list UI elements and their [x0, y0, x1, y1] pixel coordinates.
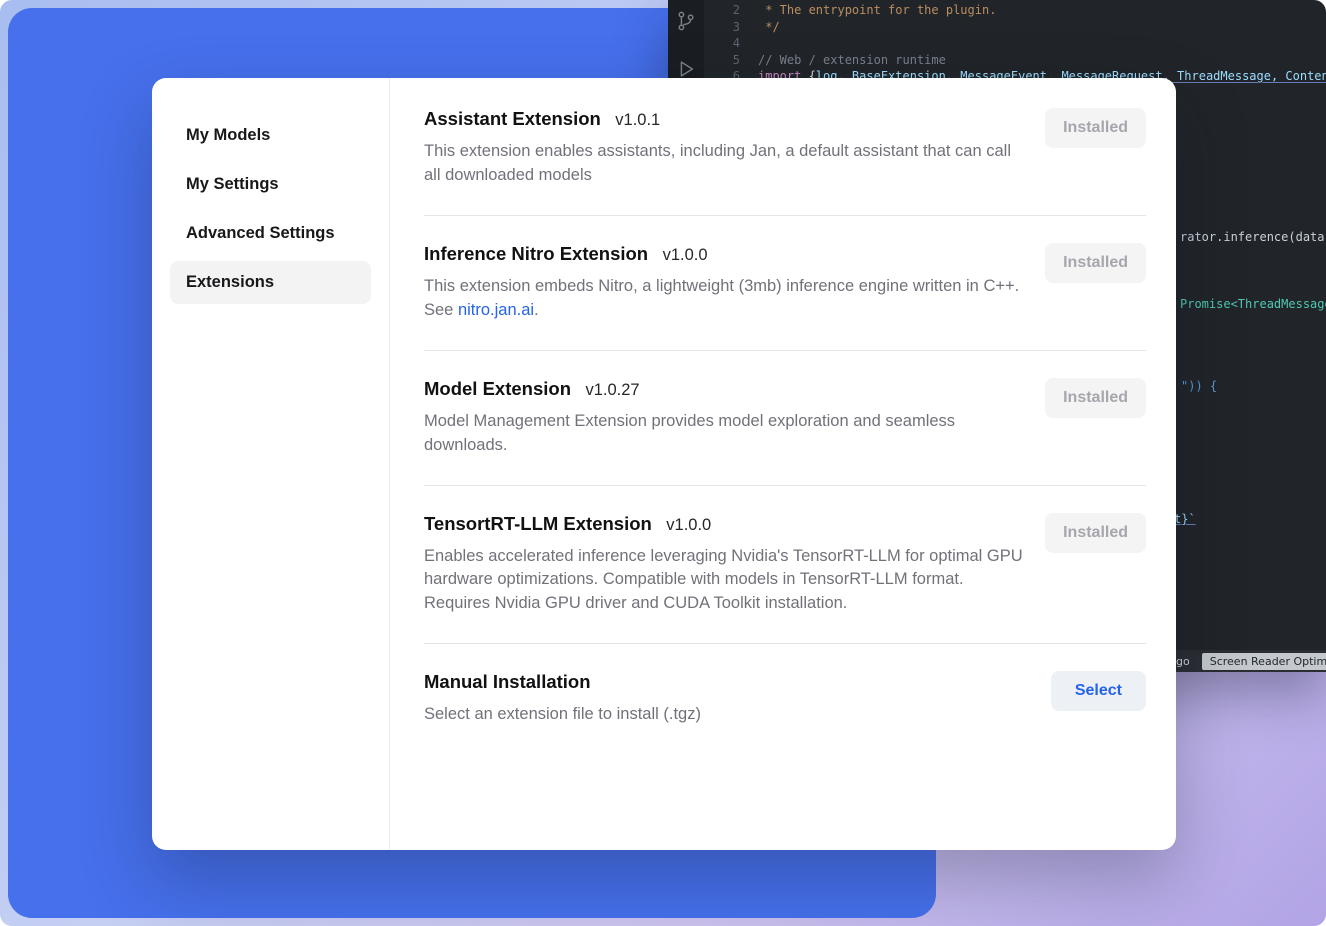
code-fragment-promise: Promise<ThreadMessage> [1180, 296, 1326, 312]
sidebar-item-my-models[interactable]: My Models [170, 114, 371, 157]
sidebar-item-extensions[interactable]: Extensions [170, 261, 371, 304]
manual-installation-description: Select an extension file to install (.tg… [424, 703, 1024, 727]
extension-name: Model Extension [424, 378, 571, 399]
extension-name: Assistant Extension [424, 108, 601, 129]
line-number: 3 [704, 19, 740, 36]
line-number: 5 [704, 52, 740, 69]
installed-button: Installed [1045, 378, 1146, 418]
extension-info: Manual Installation Select an extension … [424, 671, 1024, 727]
extension-title-line: Model Extension v1.0.27 [424, 378, 1024, 400]
settings-modal: My Models My Settings Advanced Settings … [152, 78, 1176, 850]
extension-description: Enables accelerated inference leveraging… [424, 545, 1024, 617]
installed-button: Installed [1045, 243, 1146, 283]
installed-button: Installed [1045, 513, 1146, 553]
screen-reader-badge[interactable]: Screen Reader Optimized [1202, 653, 1326, 670]
manual-installation-title: Manual Installation [424, 671, 591, 692]
code-lines: 2 * The entrypoint for the plugin. 3 */ … [704, 2, 1326, 85]
extension-row-tensorrt: TensortRT-LLM Extension v1.0.0 Enables a… [424, 513, 1146, 617]
installed-button: Installed [1045, 108, 1146, 148]
code-line-comment: // Web / extension runtime [758, 53, 946, 67]
extension-title-line: Inference Nitro Extension v1.0.0 [424, 243, 1024, 265]
code-line: 5 // Web / extension runtime [704, 52, 1326, 69]
section-divider [424, 643, 1146, 644]
extension-version: v1.0.27 [585, 381, 639, 399]
line-number: 4 [704, 35, 740, 52]
extension-title-line: Manual Installation [424, 671, 1024, 693]
section-divider [424, 350, 1146, 351]
extension-version: v1.0.0 [663, 246, 708, 264]
run-debug-icon[interactable] [675, 58, 697, 80]
source-control-icon[interactable] [675, 10, 697, 32]
section-divider [424, 215, 1146, 216]
settings-sidebar: My Models My Settings Advanced Settings … [152, 78, 390, 850]
extension-row-nitro: Inference Nitro Extension v1.0.0 This ex… [424, 243, 1146, 323]
description-text: . [534, 301, 539, 319]
extension-name: Inference Nitro Extension [424, 243, 648, 264]
code-fragment-brace: ")) { [1181, 378, 1217, 394]
desktop-background: 2 * The entrypoint for the plugin. 3 */ … [0, 0, 1326, 926]
extension-title-line: TensortRT-LLM Extension v1.0.0 [424, 513, 1024, 535]
code-line: 4 [704, 35, 1326, 52]
extension-row-assistant: Assistant Extension v1.0.1 This extensio… [424, 108, 1146, 188]
extension-description: This extension enables assistants, inclu… [424, 140, 1024, 188]
code-fragment-template: t}` [1174, 511, 1196, 527]
extension-version: v1.0.1 [615, 111, 660, 129]
sidebar-item-my-settings[interactable]: My Settings [170, 163, 371, 206]
extension-info: Inference Nitro Extension v1.0.0 This ex… [424, 243, 1024, 323]
code-doc-comment: * The entrypoint for the plugin. [758, 3, 996, 17]
code-line: 2 * The entrypoint for the plugin. [704, 2, 1326, 19]
select-file-button[interactable]: Select [1051, 671, 1146, 711]
extension-row-model: Model Extension v1.0.27 Model Management… [424, 378, 1146, 458]
extension-name: TensortRT-LLM Extension [424, 513, 652, 534]
line-number: 2 [704, 2, 740, 19]
extension-description: Model Management Extension provides mode… [424, 410, 1024, 458]
extension-description: This extension embeds Nitro, a lightweig… [424, 275, 1024, 323]
code-doc-comment-close: */ [758, 20, 780, 34]
status-item-go: go [1176, 655, 1190, 668]
section-divider [424, 485, 1146, 486]
sidebar-item-advanced-settings[interactable]: Advanced Settings [170, 212, 371, 255]
extension-info: Model Extension v1.0.27 Model Management… [424, 378, 1024, 458]
extension-title-line: Assistant Extension v1.0.1 [424, 108, 1024, 130]
extensions-panel: Assistant Extension v1.0.1 This extensio… [390, 78, 1176, 850]
extension-info: Assistant Extension v1.0.1 This extensio… [424, 108, 1024, 188]
extension-version: v1.0.0 [666, 516, 711, 534]
code-fragment-inference: rator.inference(data)); [1180, 229, 1326, 245]
code-line: 3 */ [704, 19, 1326, 36]
nitro-jan-ai-link[interactable]: nitro.jan.ai [458, 301, 534, 319]
extension-info: TensortRT-LLM Extension v1.0.0 Enables a… [424, 513, 1024, 617]
manual-installation-row: Manual Installation Select an extension … [424, 671, 1146, 727]
